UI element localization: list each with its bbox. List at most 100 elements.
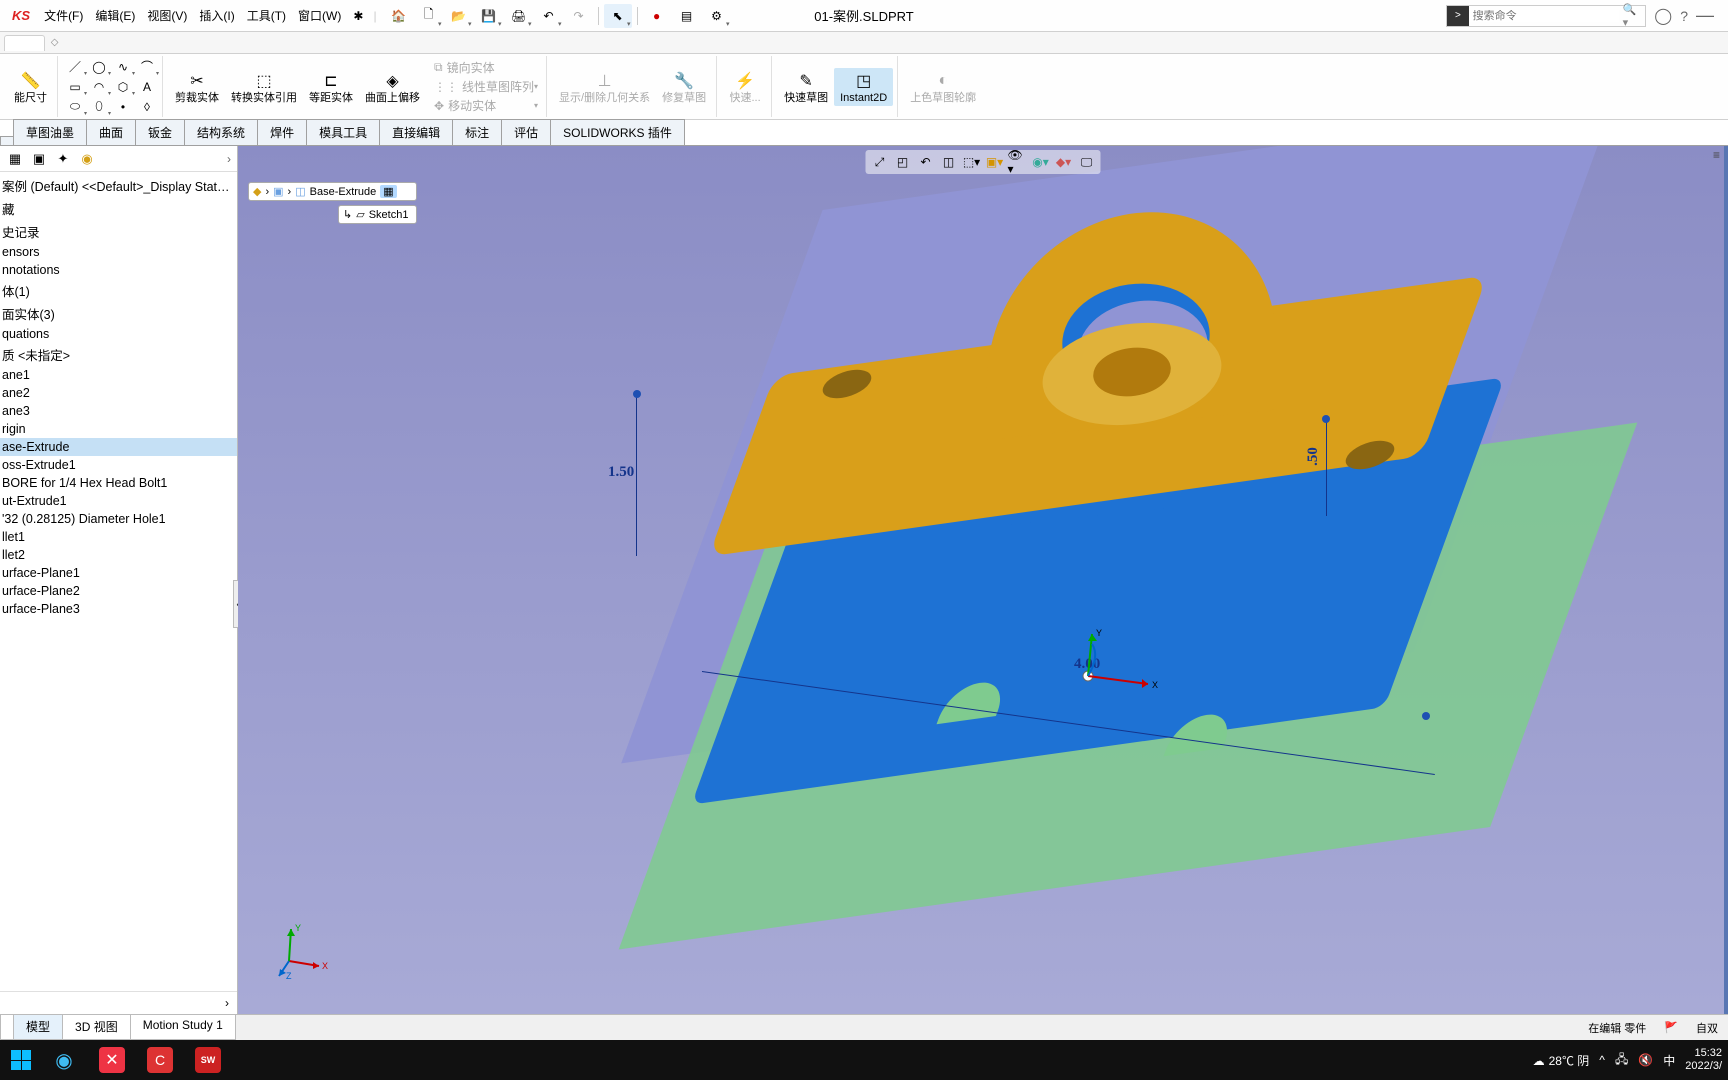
ellipse-icon[interactable]: ⬯ — [88, 98, 110, 116]
ribbon-tab-direct-edit[interactable]: 直接编辑 — [379, 119, 453, 145]
tree-item[interactable]: BORE for 1/4 Hex Head Bolt1 — [0, 474, 237, 492]
new-icon[interactable]: 🗋 — [415, 4, 443, 28]
breadcrumb-feature[interactable]: ◆ › ▣ › ◫ Base-Extrude ▦ — [248, 182, 417, 201]
tree-item[interactable]: 质 <未指定> — [0, 343, 237, 366]
tray-ime[interactable]: 中 — [1663, 1052, 1675, 1069]
vp-render-icon[interactable]: 🖵 — [1077, 152, 1097, 172]
minimize-icon[interactable]: — — [1696, 5, 1714, 26]
tree-item[interactable]: 史记录 — [0, 220, 237, 243]
tree-item[interactable]: ane1 — [0, 366, 237, 384]
ribbon-tab-ink[interactable]: 草图油墨 — [13, 119, 87, 145]
bottom-tab-prev[interactable] — [0, 1015, 14, 1040]
taskbar-solidworks-icon[interactable]: SW — [184, 1041, 232, 1079]
ribbon-tab-sheetmetal[interactable]: 钣金 — [135, 119, 185, 145]
tree-item[interactable]: ane2 — [0, 384, 237, 402]
tree-item[interactable]: llet1 — [0, 528, 237, 546]
ribbon-tab-annotate[interactable]: 标注 — [452, 119, 502, 145]
print-icon[interactable]: 🖨 — [505, 4, 533, 28]
fillet-icon[interactable]: ⌒ — [136, 58, 158, 76]
sub-tab[interactable] — [4, 35, 45, 51]
tree-item[interactable]: quations — [0, 325, 237, 343]
vp-scene-icon[interactable]: ◆▾ — [1054, 152, 1074, 172]
dim-handle-l1[interactable] — [633, 390, 641, 398]
ribbon-tab-addins[interactable]: SOLIDWORKS 插件 — [550, 119, 685, 145]
tray-chevron-icon[interactable]: ^ — [1599, 1053, 1605, 1067]
ribbon-tab-surface[interactable]: 曲面 — [86, 119, 136, 145]
tree-item[interactable]: urface-Plane2 — [0, 582, 237, 600]
rect-icon[interactable]: ▭ — [64, 78, 86, 96]
redo-icon[interactable]: ↷ — [565, 4, 593, 28]
convert-button[interactable]: ⬚转换实体引用 — [225, 68, 303, 106]
viewport[interactable]: ≡ ⤢ ◰ ↶ ◫ ⬚▾ ▣▾ 👁▾ ◉▾ ◆▾ 🖵 ◆ › ▣ › ◫ Bas… — [238, 146, 1728, 1014]
tree-item[interactable]: nnotations — [0, 261, 237, 279]
dim-handle-r1[interactable] — [1322, 415, 1330, 423]
rapid-sketch-button[interactable]: ✎快速草图 — [778, 68, 834, 106]
text-icon[interactable]: A — [136, 78, 158, 96]
tree-item[interactable]: ane3 — [0, 402, 237, 420]
vp-display-style-icon[interactable]: ▣▾ — [985, 152, 1005, 172]
tray-volume-icon[interactable]: 🔇 — [1638, 1053, 1653, 1067]
menu-insert[interactable]: 插入(I) — [193, 3, 240, 28]
point-icon[interactable]: • — [112, 98, 134, 116]
tree-item[interactable]: ensors — [0, 243, 237, 261]
tree-item[interactable]: urface-Plane1 — [0, 564, 237, 582]
open-icon[interactable]: 📂 — [445, 4, 473, 28]
vp-zoom-area-icon[interactable]: ◰ — [893, 152, 913, 172]
user-icon[interactable]: ◯ — [1654, 6, 1672, 26]
tree-tab-feature-icon[interactable]: ▦ — [6, 150, 24, 168]
undo-icon[interactable]: ↶ — [535, 4, 563, 28]
smart-dimension-button[interactable]: 📏 能尺寸 — [8, 68, 53, 106]
tray-clock[interactable]: 15:32 2022/3/ — [1685, 1047, 1722, 1073]
sub-tab-dropdown-icon[interactable]: ◇ — [51, 37, 59, 48]
bottom-tab-motion[interactable]: Motion Study 1 — [130, 1015, 236, 1040]
tree-item[interactable]: 面实体(3) — [0, 302, 237, 325]
bottom-tab-model[interactable]: 模型 — [13, 1015, 63, 1040]
vp-appearance-icon[interactable]: ◉▾ — [1031, 152, 1051, 172]
vp-orient-icon[interactable]: ⬚▾ — [962, 152, 982, 172]
dim-height-left[interactable]: 1.50 — [608, 464, 634, 481]
menu-help-icon[interactable]: ✱ — [347, 5, 369, 27]
tree-footer-chevron-icon[interactable]: › — [0, 991, 237, 1014]
menu-tools[interactable]: 工具(T) — [241, 3, 292, 28]
menu-window[interactable]: 窗口(W) — [292, 3, 347, 28]
taskbar-edge-icon[interactable]: ◉ — [40, 1041, 88, 1079]
status-flag-icon[interactable]: 🚩 — [1664, 1021, 1678, 1034]
search-magnifier-icon[interactable]: 🔍▾ — [1619, 3, 1646, 29]
feature-tree[interactable]: 案例 (Default) <<Default>_Display State 1>… — [0, 172, 237, 991]
search-input[interactable] — [1469, 10, 1619, 22]
tree-item[interactable]: 体(1) — [0, 279, 237, 302]
viewport-menu-icon[interactable]: ≡ — [1713, 148, 1720, 162]
tree-expand-icon[interactable]: › — [227, 152, 231, 166]
start-button[interactable] — [2, 1041, 40, 1079]
save-icon[interactable]: 💾 — [475, 4, 503, 28]
vp-zoom-fit-icon[interactable]: ⤢ — [870, 152, 890, 172]
ribbon-tab-weldment[interactable]: 焊件 — [257, 119, 307, 145]
spline-icon[interactable]: ∿ — [112, 58, 134, 76]
tree-item[interactable]: urface-Plane3 — [0, 600, 237, 618]
bottom-tab-3dview[interactable]: 3D 视图 — [62, 1015, 131, 1040]
command-search[interactable]: > 🔍▾ — [1446, 5, 1646, 27]
settings-icon[interactable]: ⚙ — [703, 4, 731, 28]
ribbon-tab-mold[interactable]: 模具工具 — [306, 119, 380, 145]
ribbon-tab-0[interactable] — [0, 136, 14, 145]
tree-item[interactable]: rigin — [0, 420, 237, 438]
ribbon-tab-evaluate[interactable]: 评估 — [501, 119, 551, 145]
line-icon[interactable]: ／ — [64, 58, 86, 76]
arc-icon[interactable]: ◠ — [88, 78, 110, 96]
select-icon[interactable]: ⬉ — [604, 4, 632, 28]
tree-tab-config-icon[interactable]: ✦ — [54, 150, 72, 168]
tree-tab-appearance-icon[interactable]: ◉ — [78, 150, 96, 168]
offset-button[interactable]: ⊏等距实体 — [303, 68, 359, 106]
tree-item[interactable]: oss-Extrude1 — [0, 456, 237, 474]
surface-offset-button[interactable]: ◈曲面上偏移 — [359, 68, 426, 106]
tree-item[interactable]: ase-Extrude — [0, 438, 237, 456]
vp-prev-view-icon[interactable]: ↶ — [916, 152, 936, 172]
taskbar-app2-icon[interactable]: C — [136, 1041, 184, 1079]
tree-item[interactable]: ut-Extrude1 — [0, 492, 237, 510]
tree-item[interactable]: 藏 — [0, 197, 237, 220]
taskbar-app1-icon[interactable]: ✕ — [88, 1041, 136, 1079]
dim-height-right[interactable]: .50 — [1305, 447, 1322, 466]
rebuild-icon[interactable]: ● — [643, 4, 671, 28]
menu-file[interactable]: 文件(F) — [38, 3, 89, 28]
tray-network-icon[interactable]: 🖧 — [1615, 1050, 1628, 1071]
